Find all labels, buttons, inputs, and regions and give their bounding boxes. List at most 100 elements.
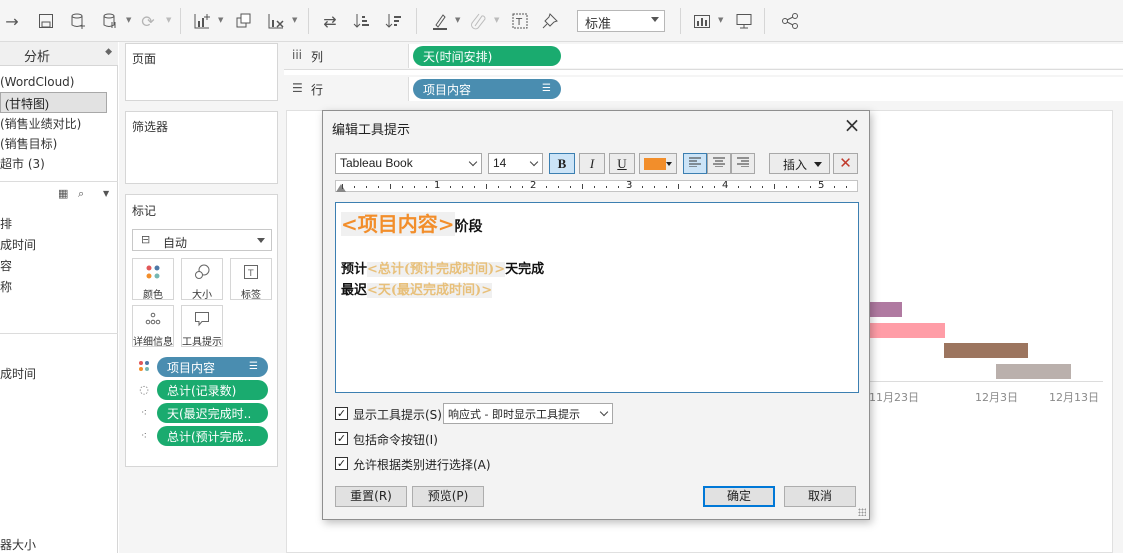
swap-icon[interactable]: ⇄	[318, 9, 342, 33]
chevron-down-icon	[651, 17, 659, 22]
pill-schedule-day[interactable]: 天(时间安排)	[413, 46, 561, 66]
presentation-icon[interactable]	[732, 9, 756, 33]
reset-button[interactable]: 重置(R)	[335, 486, 407, 507]
gantt-bar[interactable]	[869, 323, 945, 338]
size-icon[interactable]: ◌	[135, 383, 153, 396]
refresh-icon: ⟳	[141, 11, 155, 31]
chevron-down-icon[interactable]: ▼	[103, 189, 109, 198]
font-size-select[interactable]: 14	[488, 153, 543, 174]
include-buttons-checkbox[interactable]: ✓	[335, 432, 348, 445]
allow-select-checkbox[interactable]: ✓	[335, 457, 348, 470]
pill-project-content-row[interactable]: 项目内容 ☰	[413, 79, 561, 99]
font-family-select[interactable]: Tableau Book	[335, 153, 482, 174]
view-list-icon[interactable]: ▦	[58, 187, 68, 200]
ruler-tick	[798, 186, 799, 188]
ruler[interactable]: 1 2 3 4 5	[335, 180, 858, 192]
redo-icon[interactable]: →	[0, 9, 24, 33]
chevron-down-icon[interactable]: ▼	[455, 16, 460, 24]
preview-button[interactable]: 预览(P)	[412, 486, 484, 507]
mark-type-select[interactable]: ⊟ 自动	[132, 229, 272, 251]
gantt-bar[interactable]	[996, 364, 1071, 379]
align-left-button[interactable]	[683, 153, 707, 174]
field-item[interactable]: 称	[0, 275, 108, 295]
show-labels-icon[interactable]: T	[508, 9, 532, 33]
pill-record-count[interactable]: 总计(记录数)	[157, 380, 268, 400]
fit-mode-select[interactable]: 标准	[577, 10, 665, 32]
tooltip-editor[interactable]: <项目内容>阶段 预计<总计(预计完成时间)>天完成 最迟<天(最迟完成时间)>	[335, 202, 859, 393]
color-label: 颜色	[143, 290, 163, 301]
tab-analysis[interactable]: 分析	[24, 46, 50, 65]
show-tooltip-checkbox[interactable]: ✓	[335, 407, 348, 420]
text-color-button[interactable]	[639, 153, 677, 174]
save-icon[interactable]	[34, 9, 58, 33]
size-button[interactable]: 大小	[181, 258, 223, 301]
share-icon[interactable]	[778, 9, 802, 33]
bold-button[interactable]: B	[549, 153, 575, 174]
duplicate-icon[interactable]	[232, 9, 256, 33]
field-item[interactable]: 器大小	[0, 533, 108, 553]
color-icon[interactable]	[135, 360, 153, 375]
pin-icon[interactable]	[538, 9, 562, 33]
align-center-button[interactable]	[707, 153, 731, 174]
columns-well[interactable]: 天(时间安排)	[408, 44, 1123, 68]
label-label: 标签	[241, 290, 261, 301]
filters-card[interactable]: 筛选器	[125, 111, 278, 184]
search-icon[interactable]: ⌕	[78, 187, 84, 201]
rows-well[interactable]: 项目内容 ☰	[408, 77, 1123, 101]
sheet-item[interactable]: 超市 (3)	[0, 152, 108, 172]
ruler-tick	[426, 186, 427, 188]
ruler-number: 1	[434, 180, 441, 191]
sheet-item[interactable]: (WordCloud)	[0, 72, 108, 92]
ruler-tick	[450, 186, 451, 188]
gantt-bar[interactable]	[869, 302, 902, 317]
pill-expected-finish[interactable]: 总计(预计完成..	[157, 426, 268, 446]
detail-icon[interactable]: ⁖	[135, 429, 153, 442]
insert-button[interactable]: 插入	[769, 153, 830, 174]
new-worksheet-icon[interactable]	[190, 9, 214, 33]
pill-latest-finish[interactable]: 天(最迟完成时..	[157, 403, 268, 423]
color-swatch	[644, 158, 666, 170]
chevron-down-icon[interactable]: ▼	[218, 16, 223, 24]
cancel-button[interactable]: 取消	[784, 486, 856, 507]
chevron-down-icon	[814, 162, 822, 167]
tooltip-button[interactable]: 工具提示	[181, 305, 223, 348]
ok-button[interactable]: 确定	[703, 486, 775, 507]
clear-formatting-button[interactable]: ✕	[833, 153, 858, 174]
label-button[interactable]: T 标签	[230, 258, 272, 301]
chevron-down-icon[interactable]: ▼	[292, 16, 297, 24]
sort-descending-icon[interactable]	[382, 9, 406, 33]
detail-button[interactable]: 详细信息	[132, 305, 174, 348]
ruler-number: 5	[818, 180, 825, 191]
pause-updates-icon[interactable]	[98, 9, 122, 33]
clear-sheet-icon[interactable]	[264, 9, 288, 33]
chevron-down-icon[interactable]: ▼	[126, 16, 131, 24]
italic-button[interactable]: I	[579, 153, 605, 174]
sheet-item[interactable]: (甘特图)	[0, 92, 107, 113]
sort-icon[interactable]: ◆	[105, 47, 112, 57]
color-button[interactable]: 颜色	[132, 258, 174, 301]
pages-card[interactable]: 页面	[125, 43, 278, 101]
sort-ascending-icon[interactable]	[350, 9, 374, 33]
tooltip-mode-select[interactable]: 响应式 - 即时显示工具提示	[443, 403, 613, 424]
ruler-number: 3	[626, 180, 633, 191]
sheet-item[interactable]: (销售目标)	[0, 132, 108, 152]
ruler-tick	[558, 186, 559, 188]
highlight-icon[interactable]	[428, 9, 452, 33]
chevron-down-icon[interactable]: ▼	[718, 16, 723, 24]
field-item[interactable]: 成时间	[0, 233, 108, 253]
field-item[interactable]: 排	[0, 212, 108, 232]
field-item[interactable]: 成时间	[0, 362, 108, 382]
ruler-tick	[474, 186, 475, 188]
close-icon[interactable]: ×	[842, 114, 862, 136]
field-item[interactable]: 容	[0, 254, 108, 274]
indent-marker[interactable]	[336, 184, 346, 192]
show-me-icon[interactable]	[690, 9, 714, 33]
underline-button[interactable]: U	[609, 153, 635, 174]
pill-project-content[interactable]: 项目内容 ☰	[157, 357, 268, 377]
sheet-item[interactable]: (销售业绩对比)	[0, 112, 108, 132]
resize-grip[interactable]	[858, 508, 866, 516]
align-right-button[interactable]	[731, 153, 755, 174]
gantt-bar[interactable]	[944, 343, 1028, 358]
detail-icon[interactable]: ⁖	[135, 406, 153, 419]
new-datasource-icon[interactable]	[66, 9, 90, 33]
